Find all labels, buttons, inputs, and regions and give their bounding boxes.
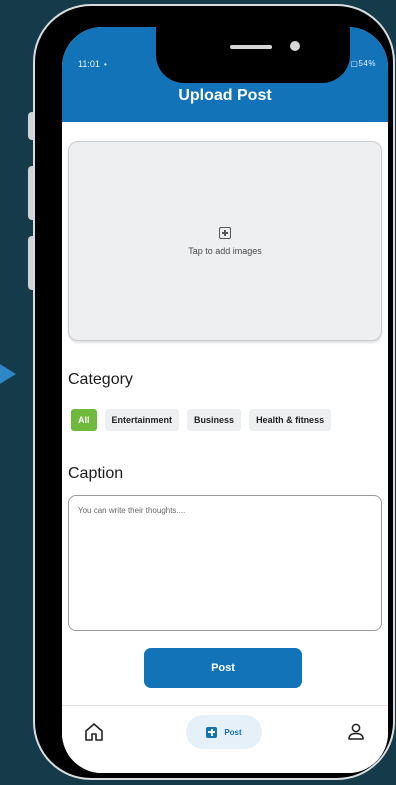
add-post-icon (206, 726, 218, 738)
nav-post-button[interactable]: Post (186, 715, 262, 749)
status-time: 11:01 (78, 59, 100, 69)
speaker-grille (230, 45, 272, 49)
image-upload-area[interactable]: Tap to add images (68, 141, 382, 341)
add-box-icon (219, 227, 231, 239)
category-chip-entertainment[interactable]: Entertainment (104, 409, 180, 431)
home-icon (85, 723, 103, 741)
caption-box (68, 495, 382, 631)
phone-frame: 11:01 • ✉ ⁂ .ıl ▢54% Upload Post Tap to … (35, 6, 393, 778)
pointer-arrow (0, 358, 16, 390)
category-chip-all[interactable]: All (71, 409, 97, 431)
notification-icon: • (104, 60, 107, 69)
nav-home-button[interactable] (82, 720, 106, 744)
camera-dot (290, 41, 300, 51)
post-button[interactable]: Post (144, 648, 302, 688)
phone-screen: 11:01 • ✉ ⁂ .ıl ▢54% Upload Post Tap to … (62, 27, 388, 773)
category-chip-health-fitness[interactable]: Health & fitness (249, 409, 332, 431)
bottom-navigation: Post (62, 706, 388, 773)
caption-input[interactable] (78, 506, 368, 616)
nav-profile-button[interactable] (344, 720, 368, 744)
user-icon (348, 723, 364, 740)
category-chips: All Entertainment Business Health & fitn… (71, 409, 332, 433)
mockup-stage: 11:01 • ✉ ⁂ .ıl ▢54% Upload Post Tap to … (0, 0, 396, 785)
category-heading: Category (68, 371, 133, 388)
page-title: Upload Post (178, 87, 272, 104)
upload-label: Tap to add images (188, 246, 262, 256)
caption-heading: Caption (68, 465, 124, 482)
nav-post-label: Post (224, 727, 242, 737)
category-chip-business[interactable]: Business (187, 409, 242, 431)
phone-notch (156, 27, 350, 83)
